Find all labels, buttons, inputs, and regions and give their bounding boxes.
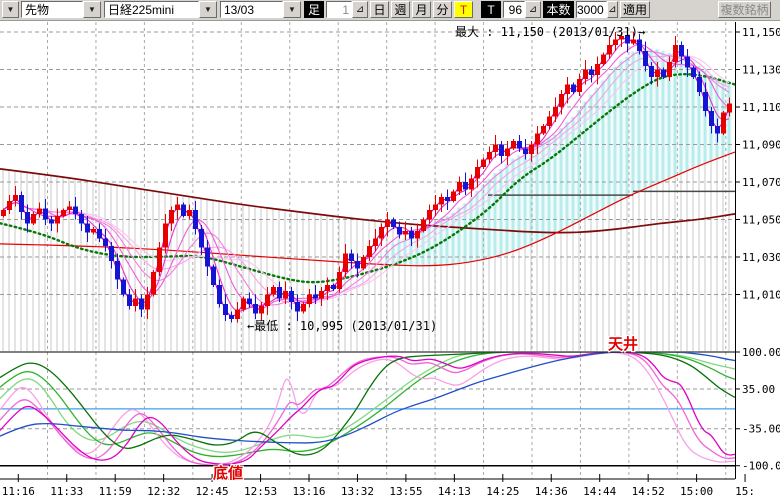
svg-text:15:: 15: <box>735 485 755 498</box>
svg-text:11,010: 11,010 <box>742 289 780 302</box>
svg-text:11,150: 11,150 <box>742 26 780 39</box>
svg-text:15:00: 15:00 <box>680 485 713 498</box>
svg-text:11:33: 11:33 <box>50 485 83 498</box>
svg-text:12:32: 12:32 <box>147 485 180 498</box>
svg-text:13:55: 13:55 <box>389 485 422 498</box>
max-price-annotation: 最大 : 11,150 (2013/01/31)→ <box>455 25 645 39</box>
svg-text:-35.00: -35.00 <box>742 423 780 436</box>
svg-text:11:59: 11:59 <box>99 485 132 498</box>
svg-text:14:52: 14:52 <box>632 485 665 498</box>
svg-text:12:45: 12:45 <box>196 485 229 498</box>
svg-text:14:13: 14:13 <box>438 485 471 498</box>
svg-text:35.00: 35.00 <box>742 383 775 396</box>
svg-text:11,090: 11,090 <box>742 139 780 152</box>
svg-text:-100.0: -100.0 <box>742 460 780 473</box>
svg-text:14:25: 14:25 <box>486 485 519 498</box>
svg-text:13:32: 13:32 <box>341 485 374 498</box>
svg-text:13:16: 13:16 <box>292 485 325 498</box>
svg-text:14:36: 14:36 <box>535 485 568 498</box>
bottom-annotation: 底値 <box>213 464 243 482</box>
svg-text:100.00: 100.00 <box>742 346 780 359</box>
min-price-annotation: ←最低 : 10,995 (2013/01/31) <box>247 319 437 333</box>
svg-text:11,070: 11,070 <box>742 176 780 189</box>
svg-text:11:16: 11:16 <box>2 485 35 498</box>
svg-text:14:44: 14:44 <box>583 485 616 498</box>
svg-text:12:53: 12:53 <box>244 485 277 498</box>
svg-text:11,130: 11,130 <box>742 64 780 77</box>
svg-text:11,050: 11,050 <box>742 214 780 227</box>
ceiling-annotation: 天井 <box>608 335 638 353</box>
svg-text:11,110: 11,110 <box>742 101 780 114</box>
time-axis-labels: 11:16 11:33 11:59 12:32 12:45 12:53 13:16 13:32… <box>2 474 755 498</box>
chart-canvas[interactable]: 11,150 11,130 11,110 11,090 11,070 11,050 11,0… <box>0 0 780 501</box>
trading-chart-app: { "toolbar": { "mini_dropdown_arrow": "▼… <box>0 0 780 501</box>
svg-text:11,030: 11,030 <box>742 251 780 264</box>
oscillator-panel <box>0 352 735 465</box>
price-axis-labels: 11,150 11,130 11,110 11,090 11,070 11,050 11,0… <box>735 26 780 473</box>
